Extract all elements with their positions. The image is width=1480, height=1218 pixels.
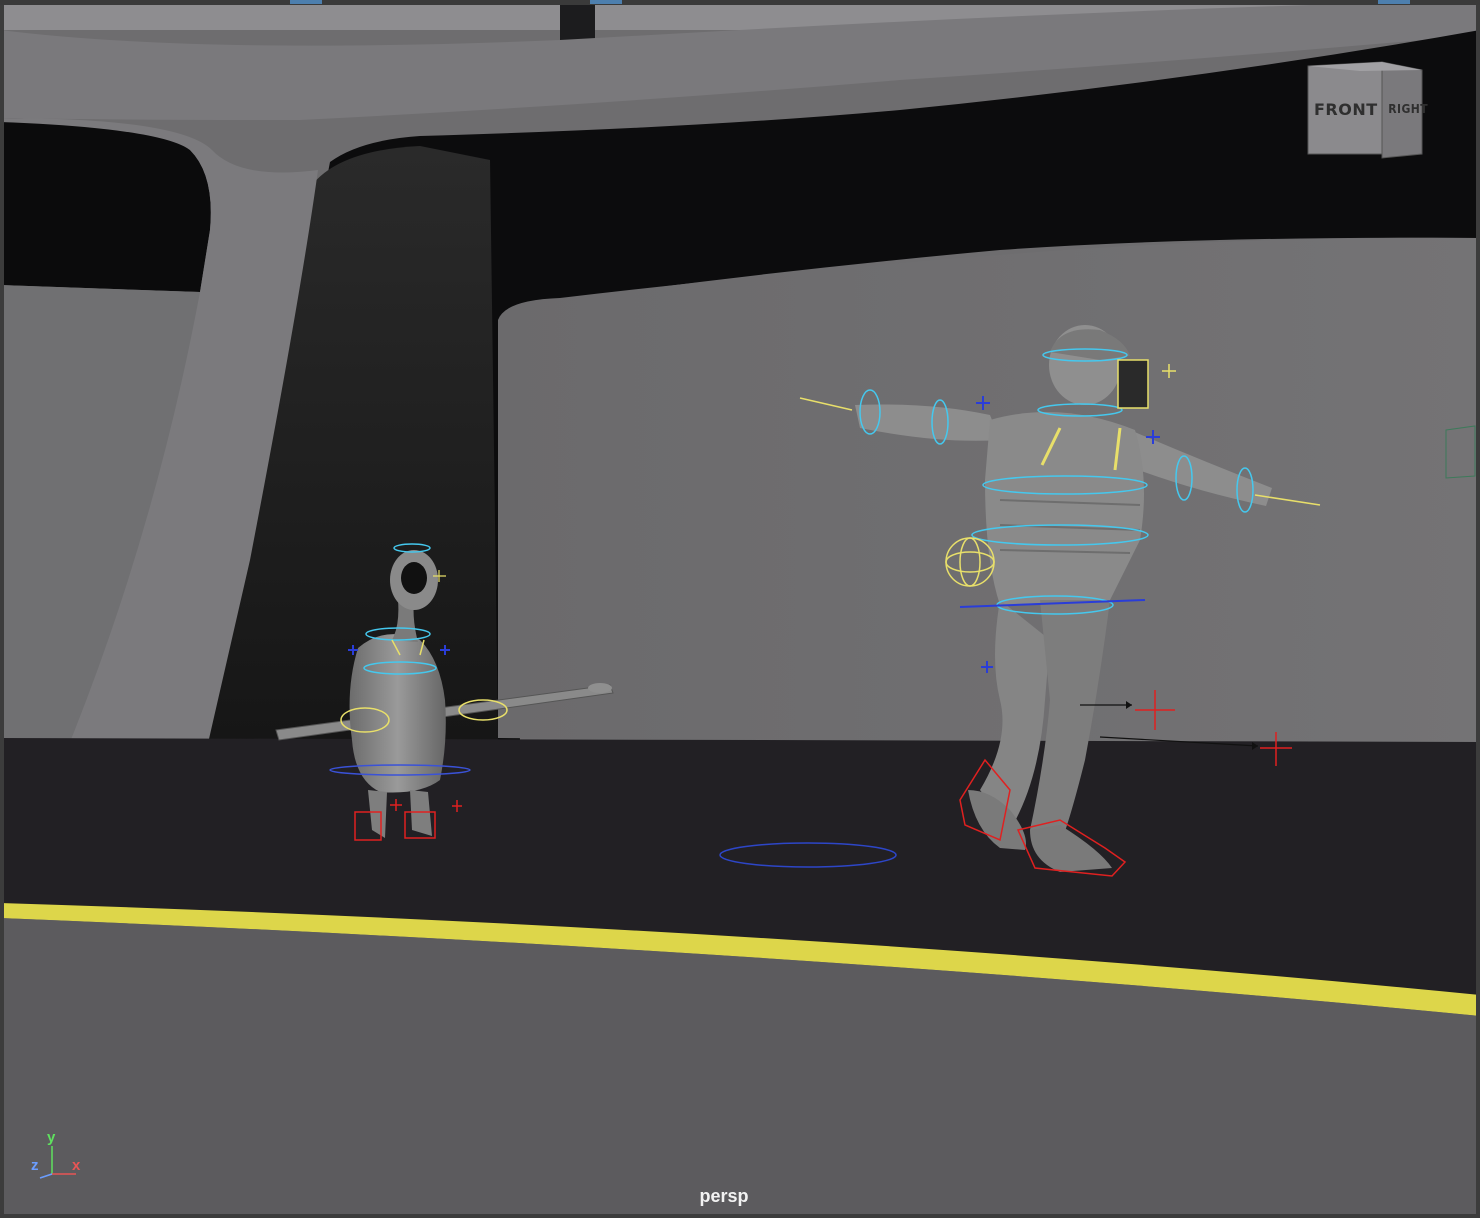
alien-body bbox=[349, 634, 446, 793]
view-cube-front-face[interactable]: FRONT bbox=[1314, 100, 1378, 119]
man-torso bbox=[985, 412, 1144, 605]
axis-y-label: y bbox=[47, 1129, 56, 1146]
top-strip-marker bbox=[290, 0, 322, 4]
axis-gizmo-lines bbox=[39, 1146, 76, 1179]
maya-perspective-viewport[interactable]: FRONT RIGHT y z x persp bbox=[0, 0, 1480, 1218]
axis-gizmo: y z x bbox=[26, 1126, 96, 1186]
ceiling-gap bbox=[560, 0, 595, 40]
staff-tip bbox=[588, 683, 612, 693]
view-cube-right-face[interactable]: RIGHT bbox=[1388, 102, 1428, 116]
face-control-panel[interactable] bbox=[1117, 359, 1149, 409]
alien-eye bbox=[401, 562, 427, 594]
scene-canvas[interactable] bbox=[0, 0, 1480, 1218]
axis-x-label: x bbox=[72, 1157, 81, 1174]
view-cube[interactable]: FRONT RIGHT bbox=[1300, 58, 1430, 162]
top-strip-marker bbox=[590, 0, 622, 4]
viewport-top-strip bbox=[0, 0, 1480, 5]
top-strip-marker bbox=[1378, 0, 1410, 4]
axis-z-label: z bbox=[31, 1157, 39, 1174]
camera-name-label: persp bbox=[699, 1186, 749, 1206]
